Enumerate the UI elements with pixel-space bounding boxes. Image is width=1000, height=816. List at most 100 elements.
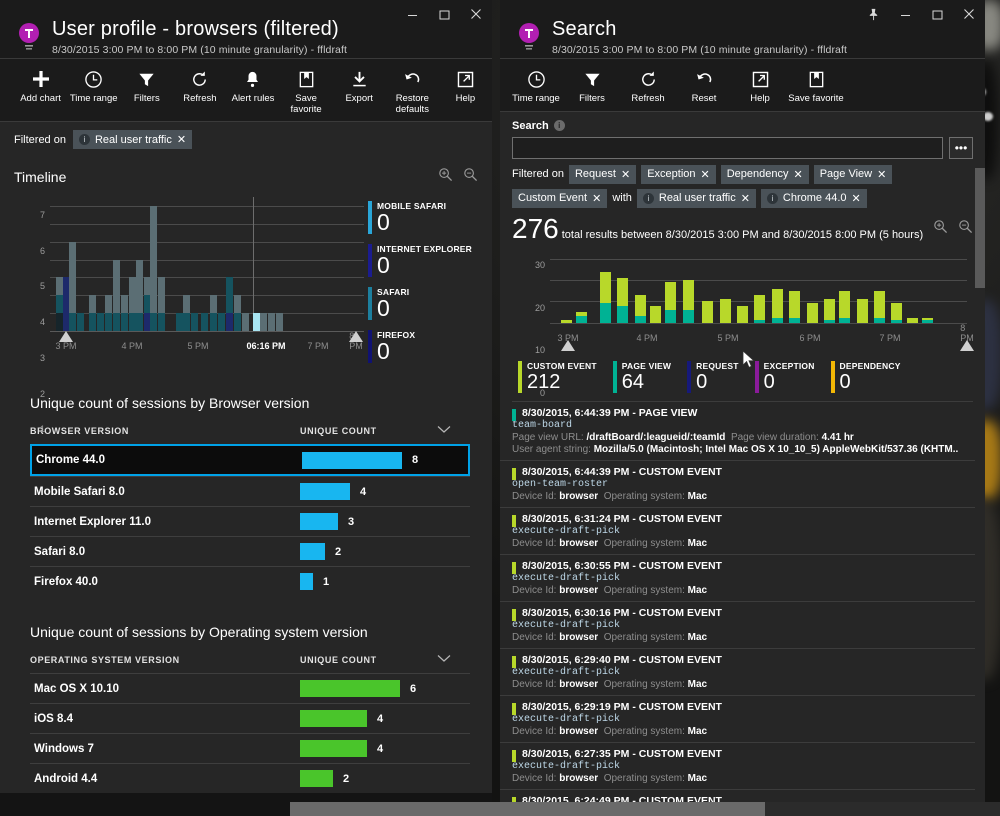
pin-button[interactable] xyxy=(857,2,889,26)
table-row[interactable]: Chrome 44.0 8 xyxy=(30,444,470,476)
event-tile-page-view[interactable]: PAGE VIEW 64 xyxy=(612,360,687,393)
minimize-button[interactable] xyxy=(889,2,921,26)
toolbar-button-export[interactable]: Export xyxy=(333,67,386,105)
result-fields: Device Id: browser Operating system: Mac xyxy=(512,537,708,549)
chevron-down-icon[interactable] xyxy=(437,425,451,436)
event-tile-request[interactable]: REQUEST 0 xyxy=(687,360,755,393)
y-axis-tick-label: 4 xyxy=(39,317,45,328)
toolbar-button-reset[interactable]: Reset xyxy=(676,67,732,105)
table-row[interactable]: Internet Explorer 11.0 3 xyxy=(30,506,470,536)
toolbar-button-refresh[interactable]: Refresh xyxy=(620,67,676,105)
search-result-item[interactable]: 8/30/2015, 6:27:35 PM - CUSTOM EVENT exec… xyxy=(500,743,985,790)
table-row[interactable]: Firefox 40.0 1 xyxy=(30,566,470,596)
type-filter-pill-page-view[interactable]: Page View ✕ xyxy=(813,164,893,184)
context-filter-pill-real-user-traffic[interactable]: i Real user traffic ✕ xyxy=(636,188,756,208)
toolbar-button-filters[interactable]: Filters xyxy=(120,67,173,105)
toolbar-button-time-range[interactable]: Time range xyxy=(508,67,564,105)
type-filter-pill-request[interactable]: Request ✕ xyxy=(568,164,637,184)
chart-bar-custom-event xyxy=(682,280,694,310)
horizontal-scrollbar-thumb[interactable] xyxy=(290,802,765,816)
toolbar-button-restore-defaults[interactable]: Restore defaults xyxy=(386,67,439,115)
remove-filter-icon[interactable]: ✕ xyxy=(701,168,710,181)
table-row[interactable]: Mac OS X 10.10 6 xyxy=(30,673,470,703)
search-range-handle-right[interactable] xyxy=(960,339,974,351)
remove-filter-icon[interactable]: ✕ xyxy=(794,168,803,181)
timeline-range-handle-left[interactable] xyxy=(59,331,73,342)
remove-filter-icon[interactable]: ✕ xyxy=(877,168,886,181)
table-row[interactable]: Android 4.4 2 xyxy=(30,763,470,793)
timeline-bar-segment xyxy=(200,313,208,331)
table-row[interactable]: Mobile Safari 8.0 4 xyxy=(30,476,470,506)
remove-filter-icon[interactable]: ✕ xyxy=(621,168,630,181)
column-header-os-unique-count[interactable]: UNIQUE COUNT xyxy=(300,654,470,665)
timeline-bar-segment xyxy=(183,313,191,331)
search-result-item[interactable]: 8/30/2015, 6:30:55 PM - CUSTOM EVENT exec… xyxy=(500,555,985,602)
remove-filter-icon[interactable]: ✕ xyxy=(177,133,186,146)
toolbar-button-filters[interactable]: Filters xyxy=(564,67,620,105)
toolbar-button-alert-rules[interactable]: Alert rules xyxy=(226,67,279,105)
toolbar-button-add-chart[interactable]: Add chart xyxy=(14,67,67,105)
timeline-legend-item[interactable]: FIREFOX 0 xyxy=(368,330,472,363)
toolbar-button-time-range[interactable]: Time range xyxy=(67,67,120,105)
type-filter-pill-dependency[interactable]: Dependency ✕ xyxy=(720,164,809,184)
search-result-item[interactable]: 8/30/2015, 6:44:39 PM - PAGE VIEW team-bo… xyxy=(500,402,985,461)
pill-label: Dependency xyxy=(726,168,789,180)
search-result-item[interactable]: 8/30/2015, 6:31:24 PM - CUSTOM EVENT exec… xyxy=(500,508,985,555)
search-results-list[interactable]: 8/30/2015, 6:44:39 PM - PAGE VIEW team-bo… xyxy=(500,401,985,816)
info-icon[interactable]: i xyxy=(553,120,565,131)
app-bulb-icon xyxy=(16,22,42,52)
zoom-out-icon[interactable] xyxy=(958,219,973,239)
event-tile-exception[interactable]: EXCEPTION 0 xyxy=(754,360,831,393)
timeline-bar-segment xyxy=(241,313,249,331)
horizontal-scrollbar[interactable] xyxy=(290,802,1000,816)
timeline-bar-segment xyxy=(150,295,158,314)
zoom-in-icon[interactable] xyxy=(438,167,453,187)
search-range-handle-left[interactable] xyxy=(561,339,575,351)
context-filter-pill-chrome-44-0[interactable]: i Chrome 44.0 ✕ xyxy=(760,188,867,208)
type-filter-pill-custom-event[interactable]: Custom Event ✕ xyxy=(512,188,608,208)
legend-color-swatch xyxy=(368,244,372,277)
remove-filter-icon[interactable]: ✕ xyxy=(741,192,750,205)
event-tile-custom-event[interactable]: CUSTOM EVENT 212 xyxy=(518,360,613,393)
timeline-range-handle-right[interactable] xyxy=(349,331,363,342)
column-header-unique-count[interactable]: UNIQUE COUNT xyxy=(300,425,470,436)
table-row[interactable]: Safari 8.0 2 xyxy=(30,536,470,566)
timeline-legend-item[interactable]: SAFARI 0 xyxy=(368,287,472,320)
remove-filter-icon[interactable]: ✕ xyxy=(852,192,861,205)
zoom-in-icon[interactable] xyxy=(933,219,948,239)
event-tile-dependency[interactable]: DEPENDENCY 0 xyxy=(830,360,917,393)
search-result-item[interactable]: 8/30/2015, 6:29:40 PM - CUSTOM EVENT exec… xyxy=(500,649,985,696)
minimize-button[interactable] xyxy=(396,2,428,26)
timeline-bar-segment xyxy=(89,313,97,331)
toolbar-button-help[interactable]: Help xyxy=(732,67,788,105)
table-row[interactable]: Windows 7 4 xyxy=(30,733,470,763)
timeline-legend-item[interactable]: MOBILE SAFARI 0 xyxy=(368,201,472,234)
search-results-chart[interactable]: 0 10 20 30 3 PM 4 PM 5 PM 6 PM 7 PM 8 PM xyxy=(512,247,974,398)
search-result-item[interactable]: 8/30/2015, 6:30:16 PM - CUSTOM EVENT exec… xyxy=(500,602,985,649)
search-more-button[interactable]: ••• xyxy=(949,136,973,159)
toolbar-button-save-favorite[interactable]: Save favorite xyxy=(788,67,844,105)
clock-icon xyxy=(84,67,103,91)
timeline-legend-item[interactable]: INTERNET EXPLORER 0 xyxy=(368,244,472,277)
filter-pill-real-user-traffic[interactable]: i Real user traffic ✕ xyxy=(72,130,193,149)
vertical-scrollbar-thumb[interactable] xyxy=(975,168,985,288)
table-row[interactable]: iOS 8.4 4 xyxy=(30,703,470,733)
vertical-scrollbar[interactable] xyxy=(975,168,985,816)
close-button[interactable] xyxy=(460,2,492,26)
maximize-button[interactable] xyxy=(921,2,953,26)
search-result-item[interactable]: 8/30/2015, 6:44:39 PM - CUSTOM EVENT open… xyxy=(500,461,985,508)
chevron-down-icon[interactable] xyxy=(437,654,451,665)
remove-filter-icon[interactable]: ✕ xyxy=(592,192,601,205)
maximize-button[interactable] xyxy=(428,2,460,26)
toolbar-button-save-favorite[interactable]: Save favorite xyxy=(280,67,333,115)
toolbar-button-help[interactable]: Help xyxy=(439,67,492,105)
search-result-item[interactable]: 8/30/2015, 6:29:19 PM - CUSTOM EVENT exec… xyxy=(500,696,985,743)
search-input[interactable] xyxy=(512,136,943,159)
timeline-bar-segment xyxy=(276,313,284,331)
type-filter-pill-exception[interactable]: Exception ✕ xyxy=(641,164,716,184)
close-button[interactable] xyxy=(953,2,985,26)
timeline-chart[interactable]: 01234567 3 PM4 PM5 PM06:16 PM7 PM8 PM xyxy=(8,189,368,470)
search-input-row: ••• xyxy=(512,136,973,159)
zoom-out-icon[interactable] xyxy=(463,167,478,187)
toolbar-button-refresh[interactable]: Refresh xyxy=(173,67,226,105)
